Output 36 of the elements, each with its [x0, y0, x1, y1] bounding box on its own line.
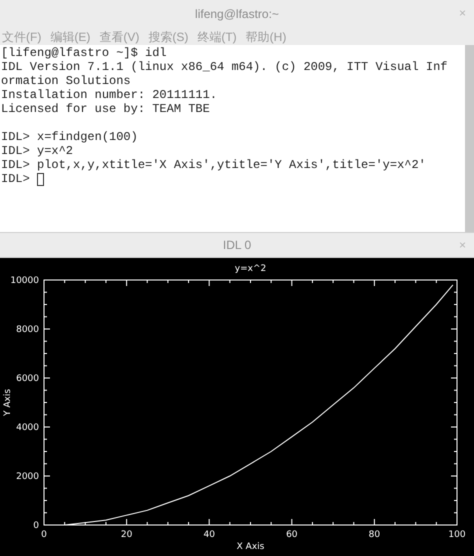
- terminal-line: Installation number: 20111111.: [0, 88, 218, 102]
- tick-label: 4000: [16, 423, 39, 433]
- tick-label: 8000: [16, 325, 39, 335]
- terminal-line: IDL> y=x^2: [0, 144, 74, 158]
- menu-item[interactable]: 编辑(E): [50, 28, 90, 46]
- tick-label: 100: [448, 530, 466, 540]
- menu-item[interactable]: 文件(F): [2, 28, 42, 46]
- prompt-text: IDL>: [1, 172, 30, 186]
- terminal-line: Licensed for use by: TEAM TBE: [0, 102, 211, 116]
- axis-title: Y Axis: [3, 388, 13, 416]
- terminal-line: IDL> plot,x,y,xtitle='X Axis',ytitle='Y Axis',title='y=x^2': [0, 158, 427, 172]
- terminal-line: ormation Solutions: [0, 74, 132, 88]
- tick-label: 40: [203, 530, 215, 540]
- menu-item[interactable]: 查看(V): [99, 28, 140, 46]
- tick-label: 80: [368, 530, 380, 540]
- window-title: lifeng@lfastro:~: [195, 6, 279, 23]
- tick-label: 0: [33, 521, 39, 531]
- tick-label: 2000: [16, 472, 39, 482]
- tick-label: 60: [286, 530, 298, 540]
- text-cursor: [36, 172, 44, 186]
- terminal-line: IDL> x=findgen(100): [0, 130, 139, 144]
- window-title: IDL 0: [222, 237, 252, 254]
- tick-label: 0: [41, 530, 47, 540]
- chart-title: y=x^2: [234, 264, 266, 274]
- close-button[interactable]: ×: [458, 239, 466, 251]
- menu-item[interactable]: 帮助(H): [246, 28, 286, 46]
- scrollbar[interactable]: [465, 45, 474, 232]
- axis-title: X Axis: [236, 542, 264, 552]
- menu-item[interactable]: 终端(T): [197, 28, 237, 46]
- tick-label: 6000: [16, 374, 39, 384]
- close-button[interactable]: ×: [458, 7, 466, 19]
- terminal-line: IDL Version 7.1.1 (linux x86_64 m64). (c) 2009, ITT Visual Inf: [0, 60, 448, 74]
- menu-item[interactable]: 搜索(S): [148, 28, 188, 46]
- tick-label: 20: [120, 530, 132, 540]
- terminal-line: [lifeng@lfastro ~]$ idl: [0, 46, 168, 60]
- tick-label: 10000: [10, 276, 39, 286]
